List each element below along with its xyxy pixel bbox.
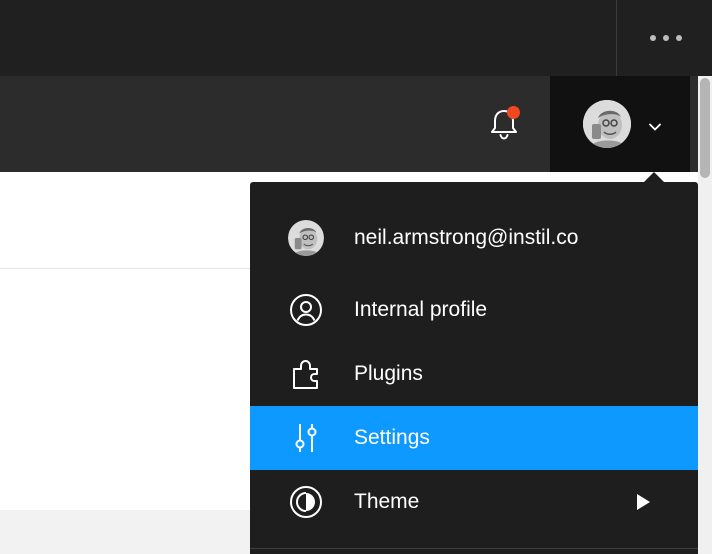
avatar — [583, 100, 631, 148]
notifications-button[interactable] — [484, 104, 524, 144]
menu-item-theme[interactable]: Theme — [250, 470, 698, 534]
contrast-icon — [288, 484, 324, 520]
account-menu-button[interactable] — [550, 76, 690, 172]
menu-divider — [250, 548, 698, 549]
menu-item-label: Plugins — [354, 362, 423, 385]
window-titlebar — [0, 0, 712, 76]
menu-item-label: Internal profile — [354, 298, 488, 321]
menu-item-settings[interactable]: Settings — [250, 406, 698, 470]
menu-item-label: Settings — [354, 426, 430, 449]
chevron-right-icon — [637, 494, 650, 510]
account-dropdown-menu: neil.armstrong@instil.co Internal profil… — [250, 182, 698, 554]
sliders-icon — [288, 420, 324, 456]
user-circle-icon — [288, 292, 324, 328]
puzzle-icon — [288, 356, 324, 392]
titlebar-divider — [616, 0, 617, 76]
account-email: neil.armstrong@instil.co — [354, 226, 579, 249]
more-options-button[interactable] — [640, 24, 692, 52]
scrollbar-thumb[interactable] — [700, 78, 710, 178]
menu-avatar — [288, 220, 324, 256]
menu-item-plugins[interactable]: Plugins — [250, 342, 698, 406]
top-toolbar — [0, 76, 698, 172]
chevron-down-icon — [649, 123, 661, 131]
menu-item-account[interactable]: neil.armstrong@instil.co — [250, 206, 698, 270]
notification-badge — [507, 106, 520, 119]
more-horizontal-icon — [650, 35, 682, 41]
vertical-scrollbar[interactable] — [698, 76, 712, 554]
menu-item-internal-profile[interactable]: Internal profile — [250, 278, 698, 342]
menu-pointer — [644, 172, 664, 182]
menu-item-label: Theme — [354, 490, 420, 513]
